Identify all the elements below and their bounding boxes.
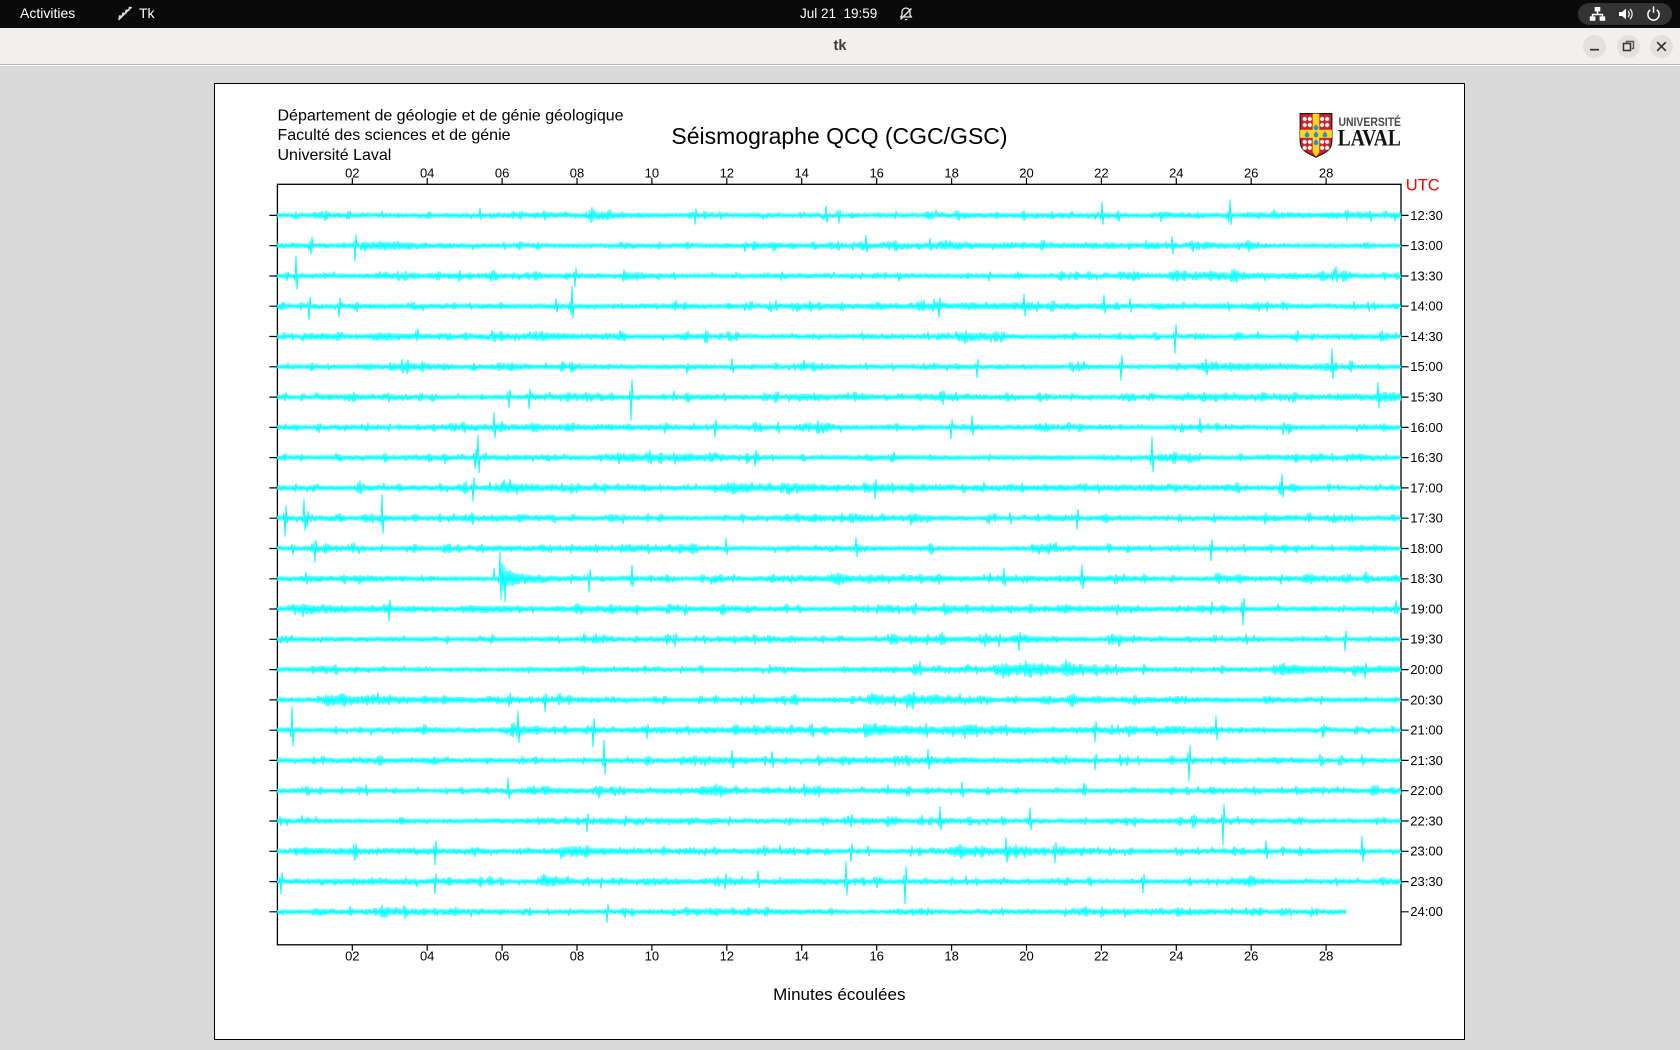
svg-text:20:30: 20:30 (1410, 692, 1443, 707)
svg-text:28: 28 (1319, 166, 1333, 181)
svg-text:14:00: 14:00 (1410, 299, 1443, 314)
svg-text:26: 26 (1244, 166, 1258, 181)
svg-text:17:30: 17:30 (1410, 511, 1443, 526)
svg-text:15:00: 15:00 (1410, 359, 1443, 374)
svg-text:16:30: 16:30 (1410, 450, 1443, 465)
svg-text:22:30: 22:30 (1410, 813, 1443, 828)
svg-text:18: 18 (944, 166, 958, 181)
svg-text:UTC: UTC (1406, 176, 1440, 194)
svg-text:21:00: 21:00 (1410, 723, 1443, 738)
svg-text:13:00: 13:00 (1410, 238, 1443, 253)
svg-text:12:30: 12:30 (1410, 208, 1443, 223)
svg-text:12: 12 (720, 166, 734, 181)
svg-text:06: 06 (495, 949, 509, 964)
svg-text:10: 10 (645, 949, 659, 964)
svg-text:Séismographe QCQ (CGC/GSC): Séismographe QCQ (CGC/GSC) (671, 123, 1007, 149)
svg-text:14:30: 14:30 (1410, 329, 1443, 344)
svg-text:Département de géologie et de: Département de géologie et de génie géol… (278, 107, 624, 124)
svg-text:LAVAL: LAVAL (1338, 126, 1401, 152)
svg-text:04: 04 (420, 949, 434, 964)
svg-text:17:00: 17:00 (1410, 480, 1443, 495)
svg-text:19:30: 19:30 (1410, 632, 1443, 647)
svg-text:16: 16 (869, 166, 883, 181)
svg-text:04: 04 (420, 166, 434, 181)
svg-text:Minutes écoulées: Minutes écoulées (773, 985, 905, 1004)
svg-text:20: 20 (1019, 166, 1033, 181)
svg-text:24: 24 (1169, 166, 1183, 181)
svg-text:26: 26 (1244, 949, 1258, 964)
svg-text:13:30: 13:30 (1410, 268, 1443, 283)
svg-text:14: 14 (794, 949, 808, 964)
svg-text:02: 02 (345, 166, 359, 181)
svg-text:Université Laval: Université Laval (278, 147, 392, 164)
svg-text:12: 12 (720, 949, 734, 964)
svg-text:21:30: 21:30 (1410, 753, 1443, 768)
svg-text:22:00: 22:00 (1410, 783, 1443, 798)
svg-text:10: 10 (645, 166, 659, 181)
svg-text:15:30: 15:30 (1410, 390, 1443, 405)
svg-text:20:00: 20:00 (1410, 662, 1443, 677)
svg-text:24:00: 24:00 (1410, 904, 1443, 919)
svg-text:Faculté des sciences et de gén: Faculté des sciences et de génie (278, 127, 511, 144)
svg-text:22: 22 (1094, 949, 1108, 964)
svg-text:14: 14 (794, 166, 808, 181)
svg-text:06: 06 (495, 166, 509, 181)
svg-text:28: 28 (1319, 949, 1333, 964)
svg-text:22: 22 (1094, 166, 1108, 181)
svg-text:23:30: 23:30 (1410, 874, 1443, 889)
svg-text:16: 16 (869, 949, 883, 964)
svg-text:23:00: 23:00 (1410, 844, 1443, 859)
svg-text:16:00: 16:00 (1410, 420, 1443, 435)
svg-text:18: 18 (944, 949, 958, 964)
svg-text:20: 20 (1019, 949, 1033, 964)
svg-text:18:30: 18:30 (1410, 571, 1443, 586)
svg-text:08: 08 (570, 949, 584, 964)
svg-text:08: 08 (570, 166, 584, 181)
svg-text:24: 24 (1169, 949, 1183, 964)
svg-text:19:00: 19:00 (1410, 601, 1443, 616)
svg-text:02: 02 (345, 949, 359, 964)
svg-text:18:00: 18:00 (1410, 541, 1443, 556)
